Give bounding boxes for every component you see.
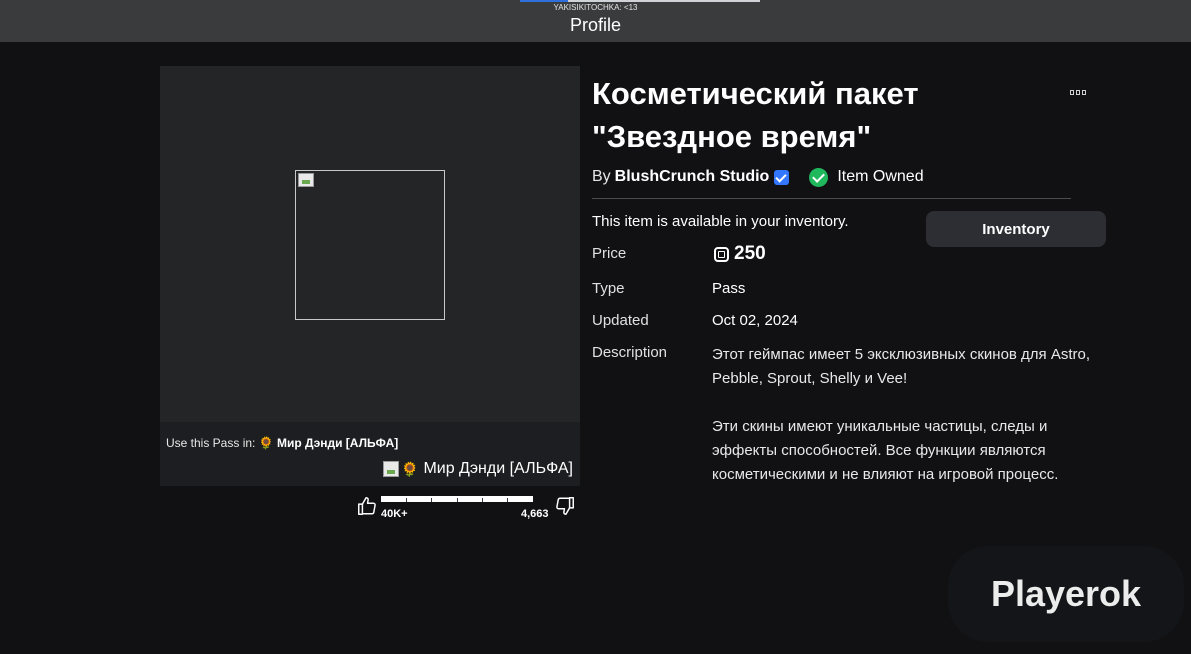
price-label: Price <box>592 245 627 262</box>
broken-image-icon <box>298 173 314 187</box>
downvote-count: 4,663 <box>521 508 549 520</box>
username-label: YAKISIKITOCHKA: <13 <box>553 3 638 12</box>
description-text: Этот геймпас имеет 5 эксклюзивных скинов… <box>712 343 1092 487</box>
check-circle-icon <box>809 167 829 187</box>
loading-progress-bar <box>520 0 760 2</box>
price-amount: 250 <box>734 243 766 264</box>
item-owned-label: Item Owned <box>837 168 924 185</box>
creator-link[interactable]: BlushCrunch Studio <box>615 168 770 186</box>
more-options-dot <box>1076 90 1080 95</box>
game-link[interactable]: 🌻 Мир Дэнди [АЛЬФА] <box>383 460 573 478</box>
thumbs-up-icon[interactable] <box>356 495 378 517</box>
use-pass-label: Use this Pass in: <box>166 436 256 450</box>
updated-value: Oct 02, 2024 <box>712 312 798 329</box>
type-label: Type <box>592 280 625 297</box>
page-title[interactable]: Profile <box>0 15 1191 36</box>
type-value: Pass <box>712 280 746 297</box>
more-options-icon[interactable] <box>1070 90 1088 96</box>
item-title-line: Косметический пакет <box>592 76 919 111</box>
loading-progress-fill <box>520 0 568 2</box>
updated-label: Updated <box>592 312 649 329</box>
by-label: By <box>592 168 611 185</box>
vote-bar-tick <box>507 498 508 502</box>
vote-ratio-bar <box>381 496 533 502</box>
top-bar: YAKISIKITOCHKA: <13 Profile <box>0 0 1191 42</box>
item-title-line: "Звездное время" <box>592 119 872 154</box>
sunflower-icon: 🌻 <box>258 436 274 450</box>
playerok-watermark: Playerok <box>948 546 1184 642</box>
vote-bar-tick <box>482 498 483 502</box>
availability-text: This item is available in your inventory… <box>592 213 849 230</box>
upvote-count: 40K+ <box>381 508 408 520</box>
vote-section: 40K+ 4,663 <box>356 492 580 522</box>
robux-icon <box>714 246 729 262</box>
verified-badge-icon <box>774 169 790 185</box>
item-thumbnail-panel: Use this Pass in: 🌻 Мир Дэнди [АЛЬФА] 🌻 … <box>160 66 580 486</box>
price-value: 250 <box>714 243 766 265</box>
vote-bar-tick <box>431 498 432 502</box>
game-name-small[interactable]: Мир Дэнди [АЛЬФА] <box>277 436 398 450</box>
description-label: Description <box>592 344 668 361</box>
use-pass-row: Use this Pass in: 🌻 Мир Дэнди [АЛЬФА] <box>166 436 398 450</box>
inventory-button[interactable]: Inventory <box>926 211 1106 247</box>
more-options-dot <box>1082 90 1086 95</box>
vote-bar-tick <box>406 498 407 502</box>
creator-row: By BlushCrunch Studio Item Owned <box>592 167 924 187</box>
game-thumbnail-icon <box>383 461 399 477</box>
thumbs-down-icon[interactable] <box>554 495 576 517</box>
divider <box>592 198 1071 199</box>
sunflower-icon: 🌻 <box>401 460 419 477</box>
more-options-dot <box>1070 90 1074 95</box>
description-paragraph: Эти скины имеют уникальные частицы, след… <box>712 418 1059 483</box>
vote-bar-tick <box>457 498 458 502</box>
item-title: Косметический пакет "Звездное время" <box>592 72 1052 158</box>
use-pass-footer: Use this Pass in: 🌻 Мир Дэнди [АЛЬФА] 🌻 … <box>160 422 580 486</box>
game-link-label[interactable]: Мир Дэнди [АЛЬФА] <box>423 460 573 478</box>
description-paragraph: Этот геймпас имеет 5 эксклюзивных скинов… <box>712 346 1091 387</box>
item-image <box>295 170 445 320</box>
